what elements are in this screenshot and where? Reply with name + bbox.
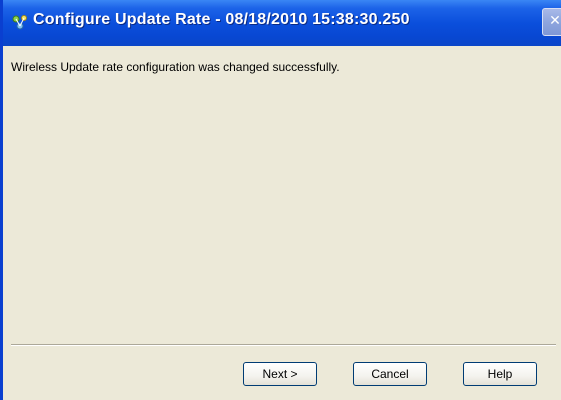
- help-button[interactable]: Help: [463, 362, 537, 386]
- network-wizard-icon: [11, 13, 29, 31]
- close-icon: ✕: [549, 13, 561, 29]
- status-message: Wireless Update rate configuration was c…: [11, 60, 340, 74]
- dialog-window: Configure Update Rate - 08/18/2010 15:38…: [0, 0, 561, 400]
- next-button[interactable]: Next >: [243, 362, 317, 386]
- divider: [11, 344, 556, 346]
- close-button[interactable]: ✕: [542, 8, 561, 36]
- window-title: Configure Update Rate - 08/18/2010 15:38…: [33, 11, 410, 28]
- title-bar[interactable]: Configure Update Rate - 08/18/2010 15:38…: [3, 0, 561, 46]
- cancel-button[interactable]: Cancel: [353, 362, 427, 386]
